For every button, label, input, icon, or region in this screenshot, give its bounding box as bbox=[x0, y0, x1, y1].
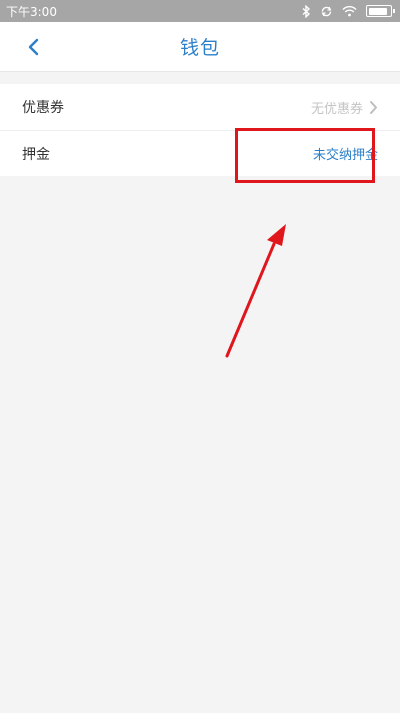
chevron-right-icon bbox=[370, 100, 377, 114]
back-button[interactable] bbox=[20, 34, 46, 60]
deposit-row[interactable]: 押金 未交纳押金 bbox=[0, 130, 400, 176]
coupon-value: 无优惠券 bbox=[310, 101, 363, 117]
bluetooth-icon bbox=[302, 4, 311, 18]
status-bar: 下午3:00 bbox=[0, 0, 400, 22]
deposit-label: 押金 bbox=[22, 146, 50, 163]
battery-level bbox=[368, 7, 388, 15]
battery-icon bbox=[366, 5, 395, 17]
coupon-row[interactable]: 优惠券 无优惠券 bbox=[0, 84, 400, 130]
coupon-right: 无优惠券 bbox=[311, 98, 378, 117]
rotate-icon bbox=[321, 6, 332, 16]
status-time: 下午3:00 bbox=[6, 4, 57, 19]
deposit-value[interactable]: 未交纳押金 bbox=[313, 144, 378, 163]
wallet-screen: 下午3:00 钱包 优惠券 无优惠券 押金 未交纳押金 bbox=[0, 0, 400, 713]
wifi-icon bbox=[342, 6, 357, 17]
wallet-list: 优惠券 无优惠券 押金 未交纳押金 bbox=[0, 84, 400, 176]
coupon-label: 优惠券 bbox=[22, 100, 64, 116]
chevron-left-icon bbox=[28, 38, 39, 56]
nav-bar: 钱包 bbox=[0, 22, 400, 72]
page-title: 钱包 bbox=[179, 37, 220, 59]
status-icons bbox=[302, 4, 395, 18]
